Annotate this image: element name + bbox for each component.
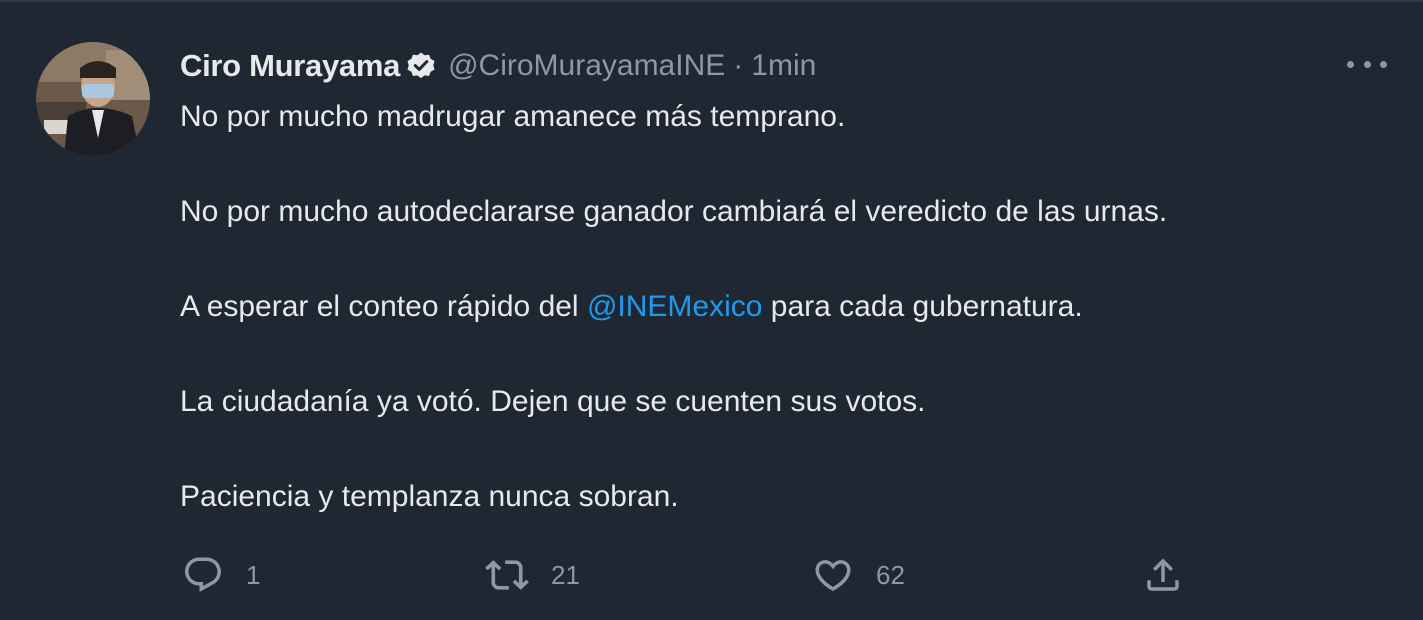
reply-button[interactable]: 1: [182, 552, 260, 598]
display-name[interactable]: Ciro Murayama: [180, 48, 400, 84]
tweet-paragraph-3: A esperar el conteo rápido del @INEMexic…: [180, 288, 1380, 326]
retweet-button[interactable]: 21: [485, 552, 580, 598]
like-count: 62: [876, 559, 905, 590]
tweet-text: No por mucho madrugar amanece más tempra…: [180, 98, 1380, 516]
share-icon: [1142, 554, 1184, 596]
author-handle[interactable]: @CiroMurayamaINE: [448, 49, 725, 83]
retweet-icon: [485, 553, 529, 597]
paragraph-3-text-end: para cada gubernatura.: [762, 290, 1083, 323]
share-button[interactable]: [1142, 552, 1184, 598]
more-options-icon[interactable]: [1347, 52, 1387, 76]
timestamp[interactable]: 1min: [751, 49, 816, 83]
separator-dot: ·: [733, 49, 744, 82]
tweet-paragraph-1: No por mucho madrugar amanece más tempra…: [180, 100, 846, 133]
heart-icon: [812, 554, 854, 596]
tweet-paragraph-5: Paciencia y templanza nunca sobran.: [180, 480, 679, 513]
avatar[interactable]: [36, 42, 150, 156]
retweet-count: 21: [551, 559, 580, 590]
reply-count: 1: [246, 559, 261, 590]
tweet-paragraph-4: La ciudadanía ya votó. Dejen que se cuen…: [180, 385, 926, 418]
like-button[interactable]: 62: [812, 552, 905, 598]
paragraph-3-text-start: A esperar el conteo rápido del: [180, 290, 587, 323]
verified-badge-icon: [406, 51, 436, 81]
tweet-header: Ciro Murayama @CiroMurayamaINE · 1min: [180, 44, 816, 88]
tweet-card[interactable]: Ciro Murayama @CiroMurayamaINE · 1min No…: [0, 0, 1423, 620]
reply-icon: [182, 554, 224, 596]
action-bar: 1 21 62: [180, 552, 1200, 598]
mention-link[interactable]: @INEMexico: [587, 290, 763, 323]
tweet-paragraph-2: No por mucho autodeclararse ganador camb…: [180, 195, 1168, 228]
